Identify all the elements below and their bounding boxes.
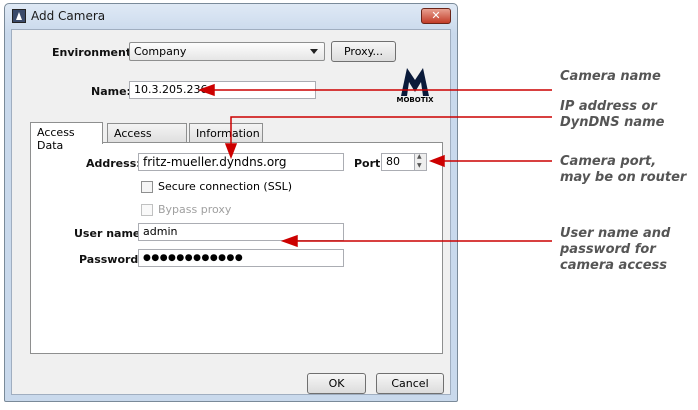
logo-text: MOBOTIX: [396, 96, 434, 104]
window-title: Add Camera: [31, 9, 106, 23]
callout-port-line2: may be on router: [560, 170, 687, 185]
callout-port-line1: Camera port,: [560, 154, 657, 169]
username-field[interactable]: admin: [138, 223, 344, 241]
password-label: Password:: [79, 253, 143, 266]
app-icon: [12, 9, 26, 23]
callout-camera-name: Camera name: [560, 69, 661, 84]
password-field[interactable]: ●●●●●●●●●●●●: [138, 249, 344, 267]
ssl-checkbox[interactable]: [141, 181, 153, 193]
camera-name-field[interactable]: 10.3.205.236: [129, 81, 316, 99]
callout-user-line1: User name and: [560, 226, 671, 241]
port-field[interactable]: 80: [381, 153, 415, 171]
callout-user-line2: password for: [560, 242, 656, 257]
chevron-down-icon: [310, 49, 318, 54]
environment-label: Environment:: [52, 46, 136, 59]
address-label: Address:: [86, 157, 141, 170]
proxy-button[interactable]: Proxy...: [331, 41, 396, 62]
tab-access-mode[interactable]: Access Mode: [107, 123, 187, 153]
bypass-proxy-label: Bypass proxy: [158, 203, 232, 216]
port-stepper[interactable]: [414, 153, 427, 171]
callout-ip-line1: IP address or: [560, 99, 657, 114]
name-label: Name:: [91, 85, 131, 98]
username-label: User name:: [74, 227, 145, 240]
environment-select[interactable]: Company: [129, 42, 325, 61]
bypass-proxy-checkbox[interactable]: [141, 204, 153, 216]
tab-access-data[interactable]: Access Data: [30, 122, 103, 152]
environment-value: Company: [134, 45, 187, 58]
tab-information[interactable]: Information: [189, 123, 263, 143]
callout-ip-line2: DynDNS name: [560, 115, 665, 130]
callout-user-line3: camera access: [560, 258, 668, 273]
access-data-panel: [30, 142, 443, 354]
address-field[interactable]: fritz-mueller.dyndns.org: [138, 153, 344, 171]
mobotix-logo: MOBOTIX: [391, 66, 439, 108]
mobotix-logo-icon: [401, 68, 429, 96]
title-bar[interactable]: Add Camera ✕: [5, 4, 457, 28]
cancel-button[interactable]: Cancel: [376, 373, 444, 394]
ssl-label: Secure connection (SSL): [158, 180, 293, 193]
close-button[interactable]: ✕: [421, 8, 451, 24]
ok-button[interactable]: OK: [307, 373, 366, 394]
